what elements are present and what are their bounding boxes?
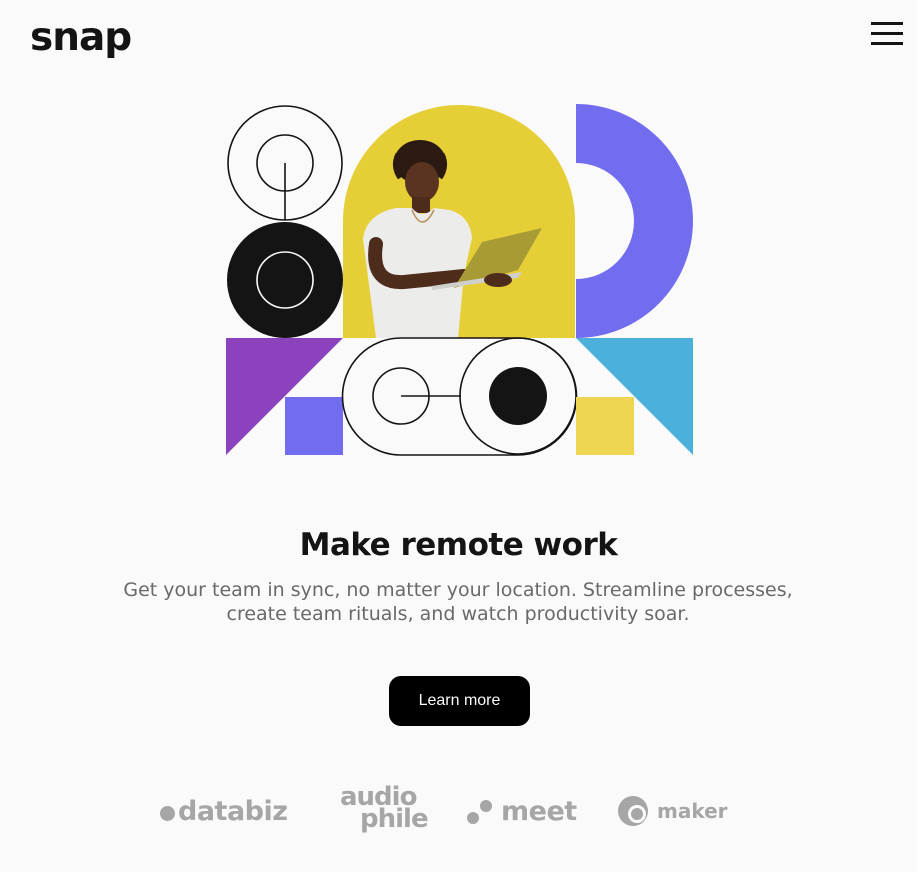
hero-illustration xyxy=(226,104,694,456)
meet-label: meet xyxy=(501,796,577,827)
gold-square xyxy=(576,397,634,455)
person-with-laptop-illustration xyxy=(226,104,693,456)
black-circle xyxy=(227,222,343,338)
audiophile-label-line2: phile xyxy=(360,804,429,834)
audiophile-logo: audio phile xyxy=(340,784,429,834)
maker-label: maker xyxy=(657,799,728,823)
partner-logos: databiz audio phile meet maker xyxy=(0,784,917,842)
hamburger-menu-icon[interactable] xyxy=(871,22,903,48)
hero-headline: Make remote work xyxy=(299,527,618,563)
menu-bar-bottom xyxy=(871,42,903,45)
menu-bar-top xyxy=(871,22,903,25)
indigo-half-ring xyxy=(576,104,693,338)
meet-dots-icon xyxy=(467,798,493,826)
hero-subtext: Get your team in sync, no matter your lo… xyxy=(123,579,793,625)
meet-logo: meet xyxy=(467,796,577,827)
indigo-square xyxy=(285,397,343,455)
learn-more-button[interactable]: Learn more xyxy=(389,676,530,726)
maker-mark-icon xyxy=(618,796,648,826)
black-dot xyxy=(489,367,547,425)
menu-bar-middle xyxy=(871,32,903,35)
snap-logo[interactable]: snap xyxy=(30,18,132,57)
databiz-dot-icon xyxy=(160,806,175,821)
databiz-logo: databiz xyxy=(160,796,288,827)
databiz-label: databiz xyxy=(178,796,288,827)
maker-logo: maker xyxy=(617,795,728,827)
